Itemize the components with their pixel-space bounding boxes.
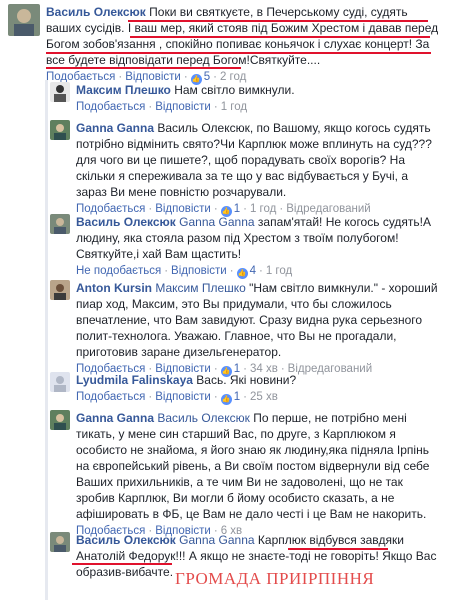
thumbs-up-icon: 👍 [236,268,248,279]
comment-mention[interactable]: Василь Олексюк [157,411,249,425]
comment: Anton Kursin Максим Плешко "Нам світло в… [50,280,444,377]
comment-mention[interactable]: Максим Плешко [155,281,245,295]
comment-text: Вась. Які новини? [196,373,297,387]
like-link[interactable]: Подобається [76,391,145,403]
comment-author[interactable]: Ganna Ganna [76,121,154,135]
reply-link[interactable]: Відповісти [155,391,211,403]
annotation-underline [72,563,172,565]
avatar[interactable] [50,532,70,552]
comment-author[interactable]: Василь Олексюк [76,215,176,229]
comment: Ganna Ganna Василь Олексюк, по Вашому, я… [50,120,444,217]
comment: Василь Олексюк Ganna Ganna запам'ятай! Н… [50,214,444,279]
comment-author[interactable]: Anton Kursin [76,281,152,295]
comment-text: Нам світло вимкнули. [174,83,295,97]
avatar[interactable] [50,120,70,140]
reply-link[interactable]: Відповісти [171,265,227,277]
annotation-underline [46,67,241,69]
thumbs-up-icon: 👍 [220,394,232,405]
reply-thread-line [45,80,48,600]
comment-author[interactable]: Ganna Ganna [76,411,154,425]
comment-mention[interactable]: Ganna Ganna [179,215,254,229]
avatar[interactable] [50,82,70,102]
reply-link[interactable]: Відповісти [155,101,211,113]
comment: Lyudmila Falinskaya Вась. Які новини? По… [50,372,444,405]
comment-author[interactable]: Василь Олексюк [46,5,146,19]
unlike-link[interactable]: Не подобається [76,265,161,277]
comment-thread: Василь Олексюк Поки ви святкуєте, в Пече… [0,0,449,600]
avatar[interactable] [50,280,70,300]
like-count[interactable]: 1 [234,391,240,403]
comment-mention[interactable]: Ganna Ganna [179,533,254,547]
like-link[interactable]: Подобається [76,101,145,113]
comment: Василь Олексюк Поки ви святкуєте, в Пече… [8,4,444,85]
comment: Максим Плешко Нам світло вимкнули. Подоб… [50,82,444,115]
comment-actions: Подобається · Відповісти · 👍 1 · 25 хв [76,391,278,405]
avatar[interactable] [50,372,70,392]
annotation-underline [46,52,431,54]
comment-author[interactable]: Lyudmila Falinskaya [76,373,193,387]
comment-time[interactable]: 1 год [266,265,292,277]
comment-author[interactable]: Василь Олексюк [76,533,176,547]
annotation-underline [128,20,428,22]
like-count[interactable]: 4 [250,265,256,277]
avatar[interactable] [50,410,70,430]
avatar[interactable] [8,4,40,36]
comment-text: По перше, не потрібно мені тикать, у мен… [76,411,430,521]
watermark: ГРОМАДА ПРИІРПІННЯ [175,569,375,588]
comment-actions: Не подобається · Відповісти · 👍 4 · 1 год [76,265,293,279]
annotation-underline [130,36,430,38]
comment-actions: Подобається · Відповісти · 1 год [76,101,248,113]
annotation-underline [288,548,388,550]
comment: Ganna Ganna Василь Олексюк По перше, не … [50,410,444,539]
comment-author[interactable]: Максим Плешко [76,83,171,97]
avatar[interactable] [50,214,70,234]
comment-time[interactable]: 25 хв [250,391,278,403]
comment-time[interactable]: 1 год [221,101,247,113]
